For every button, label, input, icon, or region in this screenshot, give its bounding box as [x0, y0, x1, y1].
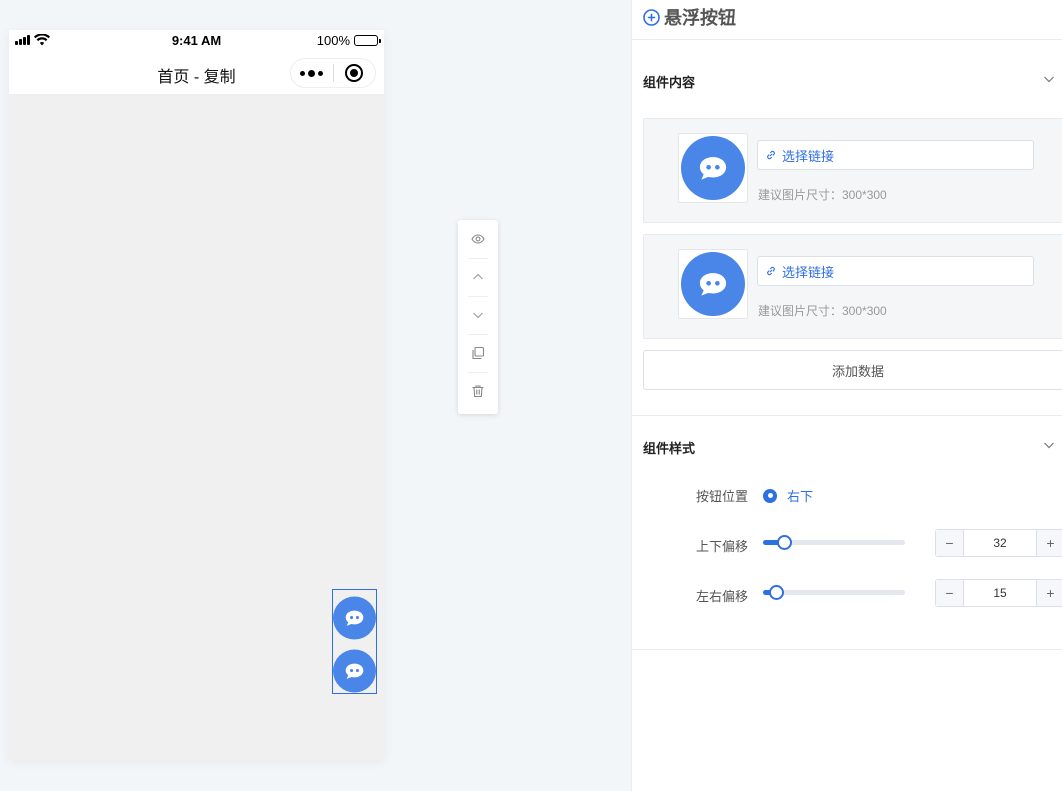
image-size-hint: 建议图片尺寸：300*300	[758, 188, 887, 202]
radio-checked-icon	[763, 488, 777, 503]
chevron-up-icon	[473, 273, 483, 280]
delete-button[interactable]	[458, 372, 498, 410]
vertical-offset-input[interactable]	[964, 530, 1036, 556]
image-upload[interactable]	[678, 249, 748, 319]
position-value: 右下	[787, 489, 814, 504]
duplicate-button[interactable]	[458, 334, 498, 372]
chevron-down-icon	[473, 312, 483, 319]
position-label: 按钮位置	[696, 489, 749, 504]
vertical-offset-slider[interactable]	[763, 535, 905, 550]
chat-bubble-icon	[681, 136, 745, 200]
select-link-input[interactable]: 选择链接	[757, 256, 1034, 286]
select-link-input[interactable]: 选择链接	[757, 140, 1034, 170]
chat-bubble-icon	[333, 649, 376, 692]
horizontal-offset-input[interactable]	[964, 580, 1036, 606]
increment-button[interactable]: +	[1036, 530, 1062, 556]
slider-handle[interactable]	[777, 535, 792, 550]
more-dots-icon	[300, 69, 324, 77]
decrement-button[interactable]: −	[936, 580, 964, 606]
more-button[interactable]	[291, 59, 333, 87]
slider-handle[interactable]	[769, 585, 784, 600]
floating-buttons-selection[interactable]	[332, 589, 377, 694]
trash-icon	[472, 385, 484, 398]
mini-program-capsule	[290, 58, 376, 88]
chat-bubble-icon	[333, 596, 376, 639]
horizontal-offset-stepper: − +	[935, 579, 1062, 607]
nav-bar: 首页 - 复制	[9, 52, 384, 94]
panel-header: 悬浮按钮	[643, 4, 736, 30]
add-data-button[interactable]: 添加数据	[643, 350, 1062, 390]
position-radio-bottom-right[interactable]: 右下	[763, 486, 813, 505]
phone-preview: 9:41 AM 100% 首页 - 复制	[9, 30, 384, 760]
plus-circle-icon	[643, 8, 660, 26]
chevron-down-icon[interactable]	[1042, 72, 1056, 86]
target-icon	[345, 64, 364, 82]
horizontal-offset-label: 左右偏移	[696, 589, 749, 604]
increment-button[interactable]: +	[1036, 580, 1062, 606]
close-capsule-button[interactable]	[334, 59, 376, 87]
battery-percent: 100%	[316, 33, 350, 48]
settings-panel: 悬浮按钮 组件内容 选择链接 建议图片尺寸：300*300 选择链接 建议图片尺…	[631, 0, 1062, 791]
copy-icon	[472, 346, 485, 360]
chat-bubble-icon	[681, 252, 745, 316]
image-upload[interactable]	[678, 133, 748, 203]
chevron-down-icon[interactable]	[1042, 438, 1056, 452]
eye-icon	[471, 234, 485, 244]
floating-chat-button[interactable]	[333, 596, 376, 639]
decrement-button[interactable]: −	[936, 530, 964, 556]
preview-button[interactable]	[458, 220, 498, 258]
move-up-button[interactable]	[458, 258, 498, 296]
select-link-label: 选择链接	[782, 148, 835, 164]
component-toolbar	[458, 220, 498, 414]
image-size-hint: 建议图片尺寸：300*300	[758, 304, 887, 318]
vertical-offset-stepper: − +	[935, 529, 1062, 557]
content-item-card: 选择链接 建议图片尺寸：300*300	[643, 118, 1062, 223]
link-icon	[767, 266, 775, 276]
battery-icon	[354, 35, 381, 46]
vertical-offset-label: 上下偏移	[696, 539, 749, 554]
content-section-title: 组件内容	[643, 75, 696, 90]
select-link-label: 选择链接	[782, 264, 835, 280]
link-icon	[767, 150, 775, 160]
content-item-card: 选择链接 建议图片尺寸：300*300	[643, 234, 1062, 339]
move-down-button[interactable]	[458, 296, 498, 334]
horizontal-offset-slider[interactable]	[763, 585, 905, 600]
panel-title: 悬浮按钮	[664, 8, 736, 28]
style-section-title: 组件样式	[643, 441, 696, 456]
floating-chat-button[interactable]	[333, 649, 376, 692]
status-bar: 9:41 AM 100%	[9, 30, 384, 52]
